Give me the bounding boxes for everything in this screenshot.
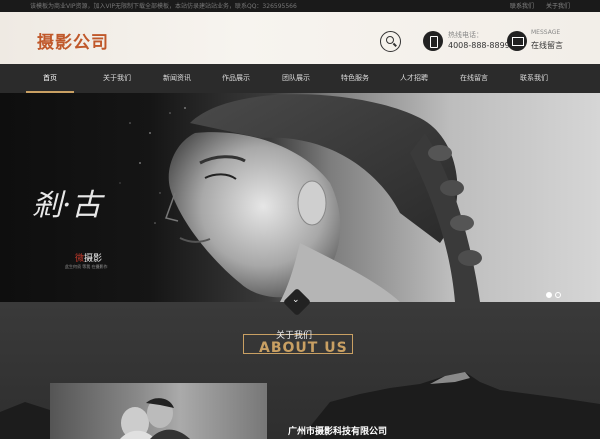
chevron-down-icon: ⌄ <box>292 295 300 305</box>
nav-item-message[interactable]: 在线留言 <box>450 64 498 93</box>
slider-dot-2[interactable] <box>555 292 561 298</box>
nav-item-home[interactable]: 首页 <box>26 64 74 93</box>
nav-item-about[interactable]: 关于我们 <box>93 64 141 93</box>
nav-item-works[interactable]: 作品展示 <box>212 64 260 93</box>
nav-item-services[interactable]: 特色服务 <box>331 64 379 93</box>
company-name: 广州市摄影科技有限公司 <box>288 427 388 437</box>
search-icon-handle <box>393 42 397 47</box>
top-link-contact[interactable]: 联系我们 <box>510 3 534 10</box>
message-link[interactable]: 在线留言 <box>531 40 563 51</box>
banner-calligraphy: 剎·古 <box>32 188 102 223</box>
phone-icon <box>423 31 443 51</box>
hotline-number: 4008-888-8899 <box>448 41 510 50</box>
banner-small-text: 此生何须 等我 在摄影作 <box>65 264 108 269</box>
slider-dot-1[interactable] <box>546 292 552 298</box>
about-title-en: ABOUT US <box>259 340 348 356</box>
banner-subtitle-text: 摄影 <box>84 254 103 264</box>
top-link-about[interactable]: 关于我们 <box>546 3 570 10</box>
nav-item-team[interactable]: 团队展示 <box>272 64 320 93</box>
message-label-en: MESSAGE <box>531 29 561 36</box>
top-notice: 该模板为商业VIP资源，加入VIP无限制下载全部模板，本站仿录建站站业务，联系Q… <box>30 3 297 10</box>
hotline-label: 热线电话： <box>448 31 483 39</box>
banner-subtitle: 微摄影 <box>75 251 102 264</box>
couple-photo-illustration <box>120 398 190 439</box>
site-header: 摄影公司 热线电话： 4008-888-8899 MESSAGE 在线留言 <box>0 12 600 64</box>
nav-item-contact[interactable]: 联系我们 <box>510 64 558 93</box>
about-photo <box>50 383 267 439</box>
slider-dots <box>546 283 564 302</box>
message-icon[interactable] <box>507 31 527 51</box>
search-button[interactable] <box>380 31 401 52</box>
main-nav: 首页 关于我们 新闻资讯 作品展示 团队展示 特色服务 人才招聘 在线留言 联系… <box>0 64 600 93</box>
top-info-bar: 该模板为商业VIP资源，加入VIP无限制下载全部模板，本站仿录建站站业务，联系Q… <box>0 0 600 12</box>
banner-subtitle-red: 微 <box>75 254 85 264</box>
site-logo[interactable]: 摄影公司 <box>37 28 109 53</box>
nav-item-jobs[interactable]: 人才招聘 <box>390 64 438 93</box>
top-links: 联系我们 关于我们 <box>500 1 570 10</box>
nav-item-news[interactable]: 新闻资讯 <box>153 64 201 93</box>
